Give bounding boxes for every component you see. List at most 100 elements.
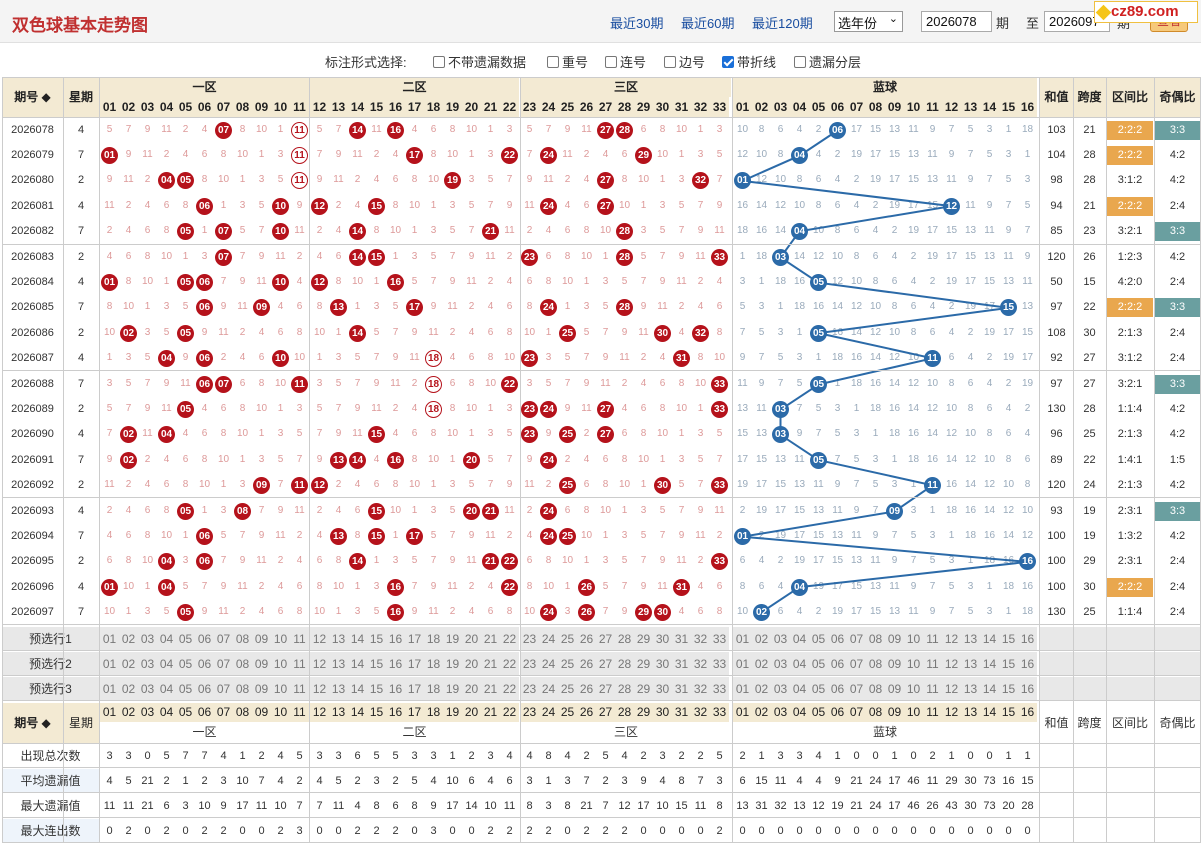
preselect-red-22[interactable]: 22 (500, 627, 519, 651)
preselect-red-03[interactable]: 03 (138, 627, 157, 651)
preselect-red-23[interactable]: 23 (520, 677, 539, 701)
preselect-red-32[interactable]: 32 (691, 627, 710, 651)
preselect-red-02[interactable]: 02 (119, 652, 138, 676)
preselect-red-17[interactable]: 17 (405, 652, 424, 676)
preselect-red-07[interactable]: 07 (214, 652, 233, 676)
preselect-blue-13[interactable]: 13 (961, 652, 980, 676)
preselect-red-11[interactable]: 11 (290, 627, 309, 651)
preselect-red-15[interactable]: 15 (367, 652, 386, 676)
preselect-red-06[interactable]: 06 (195, 652, 214, 676)
preselect-blue-16[interactable]: 16 (1018, 627, 1037, 651)
preselect-red-20[interactable]: 20 (462, 627, 481, 651)
preselect-red-01[interactable]: 01 (100, 677, 119, 701)
preselect-red-24[interactable]: 24 (539, 652, 558, 676)
preselect-red-24[interactable]: 24 (539, 627, 558, 651)
preselect-red-11[interactable]: 11 (290, 677, 309, 701)
preselect-red-29[interactable]: 29 (634, 652, 653, 676)
preselect-red-02[interactable]: 02 (119, 627, 138, 651)
preselect-red-21[interactable]: 21 (481, 677, 500, 701)
preselect-red-18[interactable]: 18 (424, 652, 443, 676)
preselect-red-09[interactable]: 09 (252, 652, 271, 676)
header-issue[interactable]: 期号 ◆ (2, 78, 63, 117)
preselect-blue-02[interactable]: 02 (752, 677, 771, 701)
preselect-blue-15[interactable]: 15 (999, 627, 1018, 651)
preselect-red-29[interactable]: 29 (634, 627, 653, 651)
preselect-red-18[interactable]: 18 (424, 677, 443, 701)
preselect-blue-10[interactable]: 10 (904, 677, 923, 701)
preselect-red-27[interactable]: 27 (596, 652, 615, 676)
preselect-blue-12[interactable]: 12 (942, 627, 961, 651)
preselect-red-26[interactable]: 26 (577, 652, 596, 676)
preselect-blue-05[interactable]: 05 (809, 627, 828, 651)
preselect-blue-02[interactable]: 02 (752, 652, 771, 676)
preselect-red-16[interactable]: 16 (386, 677, 405, 701)
preselect-red-08[interactable]: 08 (233, 652, 252, 676)
preselect-blue-14[interactable]: 14 (980, 677, 999, 701)
preselect-blue-07[interactable]: 07 (847, 652, 866, 676)
preselect-blue-08[interactable]: 08 (866, 652, 885, 676)
preselect-blue-14[interactable]: 14 (980, 652, 999, 676)
preselect-red-14[interactable]: 14 (348, 627, 367, 651)
preselect-red-28[interactable]: 28 (615, 627, 634, 651)
preselect-red-16[interactable]: 16 (386, 652, 405, 676)
preselect-red-04[interactable]: 04 (157, 627, 176, 651)
preselect-red-12[interactable]: 12 (310, 677, 329, 701)
preselect-red-26[interactable]: 26 (577, 677, 596, 701)
preselect-red-01[interactable]: 01 (100, 627, 119, 651)
preselect-red-05[interactable]: 05 (176, 677, 195, 701)
footer-header-issue[interactable]: 期号 ◆ (2, 703, 63, 743)
preselect-red-24[interactable]: 24 (539, 677, 558, 701)
preselect-blue-03[interactable]: 03 (771, 627, 790, 651)
preselect-red-25[interactable]: 25 (558, 627, 577, 651)
preselect-red-30[interactable]: 30 (653, 627, 672, 651)
preselect-blue-09[interactable]: 09 (885, 627, 904, 651)
preselect-red-19[interactable]: 19 (443, 652, 462, 676)
preselect-blue-12[interactable]: 12 (942, 677, 961, 701)
preselect-red-17[interactable]: 17 (405, 677, 424, 701)
preselect-red-32[interactable]: 32 (691, 677, 710, 701)
preselect-red-03[interactable]: 03 (138, 652, 157, 676)
preselect-blue-11[interactable]: 11 (923, 627, 942, 651)
preselect-red-15[interactable]: 15 (367, 677, 386, 701)
preselect-red-07[interactable]: 07 (214, 627, 233, 651)
preselect-red-08[interactable]: 08 (233, 677, 252, 701)
preselect-red-23[interactable]: 23 (520, 627, 539, 651)
preselect-red-33[interactable]: 33 (710, 677, 729, 701)
preselect-blue-15[interactable]: 15 (999, 652, 1018, 676)
preselect-red-11[interactable]: 11 (290, 652, 309, 676)
preselect-red-02[interactable]: 02 (119, 677, 138, 701)
preselect-red-07[interactable]: 07 (214, 677, 233, 701)
preselect-blue-04[interactable]: 04 (790, 677, 809, 701)
preselect-red-19[interactable]: 19 (443, 677, 462, 701)
preselect-blue-09[interactable]: 09 (885, 677, 904, 701)
preselect-red-10[interactable]: 10 (271, 627, 290, 651)
preselect-red-08[interactable]: 08 (233, 627, 252, 651)
preselect-blue-05[interactable]: 05 (809, 677, 828, 701)
preselect-red-22[interactable]: 22 (500, 652, 519, 676)
preselect-blue-02[interactable]: 02 (752, 627, 771, 651)
preselect-blue-06[interactable]: 06 (828, 677, 847, 701)
preselect-red-20[interactable]: 20 (462, 652, 481, 676)
preselect-red-04[interactable]: 04 (157, 677, 176, 701)
preselect-blue-16[interactable]: 16 (1018, 677, 1037, 701)
preselect-blue-12[interactable]: 12 (942, 652, 961, 676)
preselect-red-30[interactable]: 30 (653, 652, 672, 676)
preselect-blue-03[interactable]: 03 (771, 652, 790, 676)
preselect-red-14[interactable]: 14 (348, 652, 367, 676)
preselect-red-33[interactable]: 33 (710, 627, 729, 651)
preselect-blue-01[interactable]: 01 (733, 652, 752, 676)
preselect-red-31[interactable]: 31 (672, 627, 691, 651)
preselect-red-31[interactable]: 31 (672, 677, 691, 701)
preselect-blue-01[interactable]: 01 (733, 627, 752, 651)
preselect-red-01[interactable]: 01 (100, 652, 119, 676)
preselect-red-04[interactable]: 04 (157, 652, 176, 676)
preselect-blue-07[interactable]: 07 (847, 677, 866, 701)
preselect-red-17[interactable]: 17 (405, 627, 424, 651)
preselect-red-06[interactable]: 06 (195, 627, 214, 651)
preselect-blue-13[interactable]: 13 (961, 677, 980, 701)
preselect-blue-07[interactable]: 07 (847, 627, 866, 651)
preselect-red-10[interactable]: 10 (271, 652, 290, 676)
preselect-red-05[interactable]: 05 (176, 627, 195, 651)
preselect-blue-09[interactable]: 09 (885, 652, 904, 676)
preselect-blue-11[interactable]: 11 (923, 677, 942, 701)
